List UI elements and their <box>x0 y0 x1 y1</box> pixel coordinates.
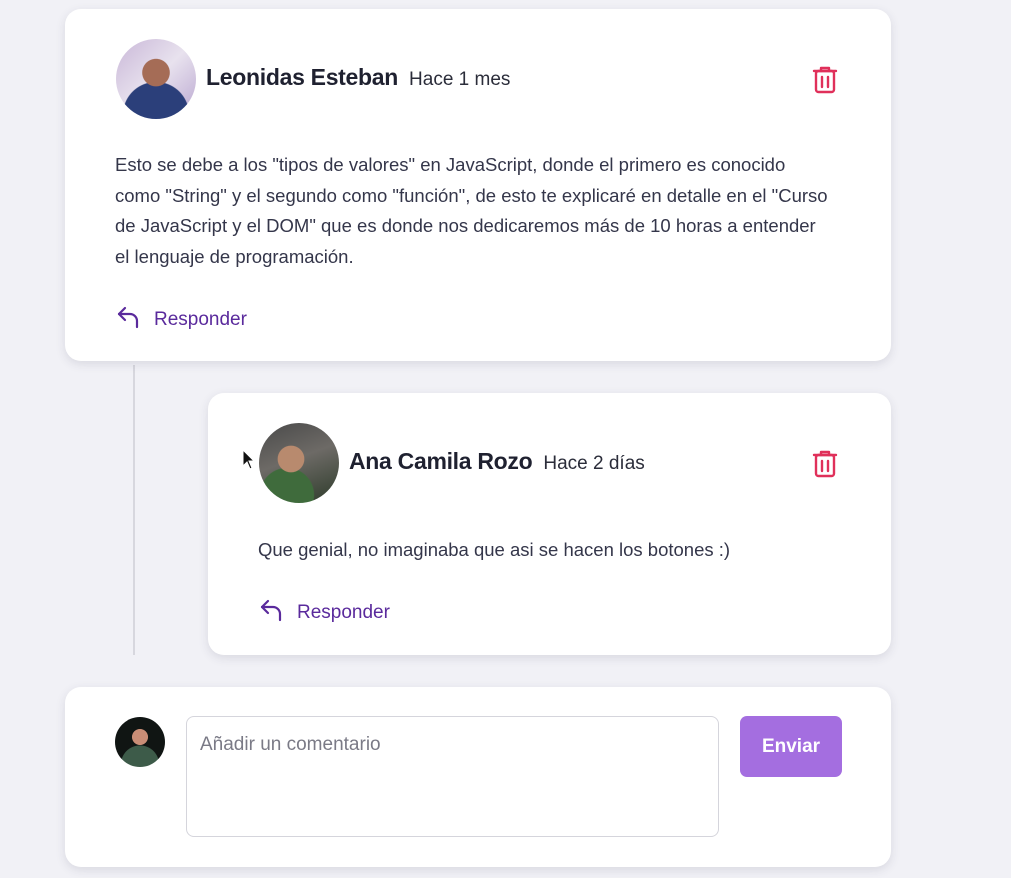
thread-line <box>133 365 135 655</box>
comment-card: Leonidas Esteban Hace 1 mes Esto se debe… <box>65 9 891 361</box>
comment-time: Hace 1 mes <box>409 69 511 90</box>
trash-icon[interactable] <box>811 65 839 95</box>
author-name[interactable]: Ana Camila Rozo <box>349 448 533 475</box>
comment-header: Leonidas Esteban Hace 1 mes <box>206 64 510 91</box>
avatar[interactable] <box>259 423 339 503</box>
reply-arrow-icon <box>259 598 285 628</box>
comment-text: Que genial, no imaginaba que asi se hace… <box>258 539 731 560</box>
comment-time: Hace 2 días <box>543 453 645 474</box>
comment-text: Esto se debe a los "tipos de valores" en… <box>115 154 828 267</box>
trash-icon[interactable] <box>811 449 839 479</box>
comment-composer: Enviar <box>65 687 891 867</box>
avatar[interactable] <box>116 39 196 119</box>
send-button[interactable]: Enviar <box>740 716 842 777</box>
reply-button[interactable]: Responder <box>116 305 247 335</box>
mouse-cursor-icon <box>242 449 256 470</box>
reply-label: Responder <box>297 602 390 623</box>
reply-label: Responder <box>154 309 247 330</box>
reply-comment-card: Ana Camila Rozo Hace 2 días Que genial, … <box>208 393 891 655</box>
current-user-avatar <box>115 717 165 767</box>
comment-header: Ana Camila Rozo Hace 2 días <box>349 448 645 475</box>
reply-button[interactable]: Responder <box>259 598 390 628</box>
comment-input[interactable] <box>186 716 719 837</box>
reply-arrow-icon <box>116 305 142 335</box>
author-name[interactable]: Leonidas Esteban <box>206 64 398 91</box>
